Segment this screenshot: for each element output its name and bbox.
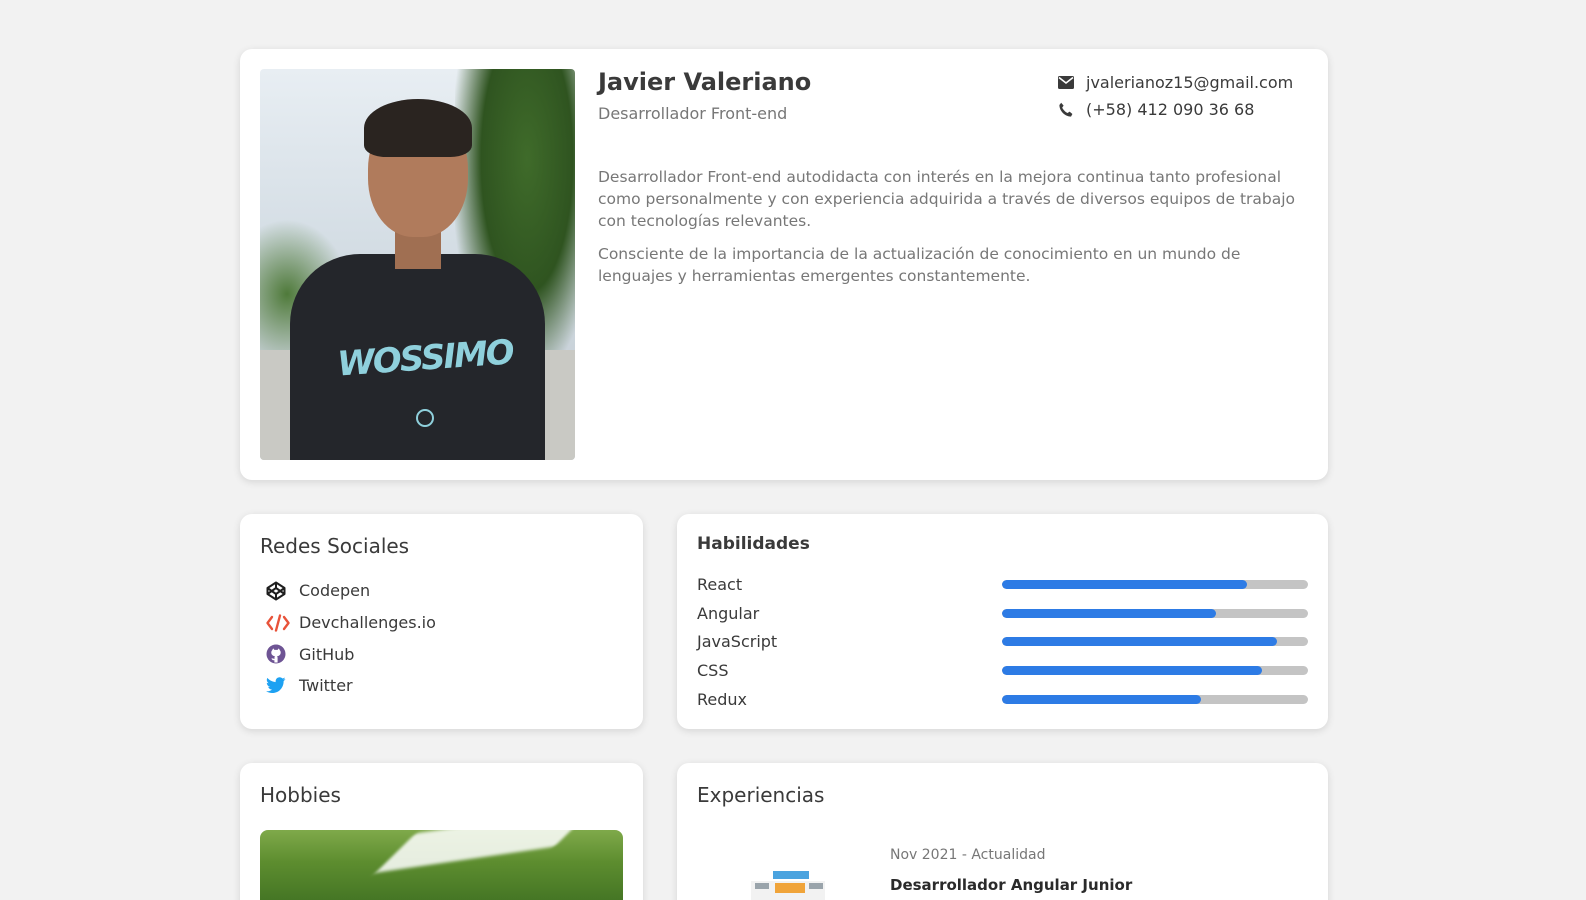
skill-bar-track xyxy=(1002,579,1308,589)
bio-paragraph: Consciente de la importancia de la actua… xyxy=(598,245,1241,285)
skill-row: CSS xyxy=(697,656,1308,685)
profile-card: WOSSIMO Javier Valeriano Desarrollador F… xyxy=(240,49,1328,480)
skill-bar-track xyxy=(1002,608,1308,618)
contact-info: jvalerianoz15@gmail.com (+58) 412 090 36… xyxy=(1058,69,1308,123)
skill-row: JavaScript xyxy=(697,627,1308,656)
social-item-devchallenges[interactable]: Devchallenges.io xyxy=(266,607,436,639)
experience-role: Desarrollador Angular Junior xyxy=(890,876,1133,894)
skill-row: React xyxy=(697,570,1308,599)
shirt-print: WOSSIMO xyxy=(336,332,515,385)
skill-name: JavaScript xyxy=(697,632,778,652)
phone-text: (+58) 412 090 36 68 xyxy=(1086,100,1255,119)
experience-title: Experiencias xyxy=(697,783,825,807)
skill-bar-track xyxy=(1002,637,1308,647)
experience-card: Experiencias Nov 2021 - Actualidad Desar… xyxy=(677,763,1328,900)
skill-bar-fill xyxy=(1002,637,1278,647)
phone-icon xyxy=(1058,102,1086,118)
skill-row: Angular xyxy=(697,599,1308,628)
contact-email[interactable]: jvalerianoz15@gmail.com xyxy=(1058,69,1308,96)
experience-date: Nov 2021 - Actualidad xyxy=(890,847,1046,863)
skills-card: Habilidades React Angular JavaScript CSS… xyxy=(677,514,1328,729)
skill-bar-track xyxy=(1002,694,1308,704)
social-item-github[interactable]: GitHub xyxy=(266,638,436,670)
skills-title: Habilidades xyxy=(697,534,810,554)
skill-name: Angular xyxy=(697,603,760,623)
skill-bar-fill xyxy=(1002,579,1247,589)
skill-name: Redux xyxy=(697,689,748,709)
social-label: Codepen xyxy=(299,581,371,601)
codepen-icon xyxy=(266,581,299,601)
skill-bar-fill xyxy=(1002,608,1217,618)
skill-name: CSS xyxy=(697,660,729,680)
twitter-icon xyxy=(266,677,299,694)
skill-bar-track xyxy=(1002,665,1308,675)
skills-list: React Angular JavaScript CSS Redux xyxy=(697,570,1308,713)
bio-paragraph: Desarrollador Front-end autodidacta con … xyxy=(598,168,1296,230)
email-text: jvalerianoz15@gmail.com xyxy=(1086,73,1294,92)
hobby-image xyxy=(260,830,623,900)
social-item-twitter[interactable]: Twitter xyxy=(266,670,436,702)
profile-bio: Desarrollador Front-end autodidacta con … xyxy=(598,166,1310,298)
profile-name: Javier Valeriano xyxy=(598,68,812,96)
social-list: Codepen Devchallenges.io GitHub Twitter xyxy=(266,575,436,702)
github-icon xyxy=(266,644,299,664)
code-brackets-icon xyxy=(266,613,299,632)
company-logo xyxy=(751,871,825,900)
social-label: Devchallenges.io xyxy=(299,613,436,633)
hobbies-card: Hobbies xyxy=(240,763,643,900)
profile-role: Desarrollador Front-end xyxy=(598,104,788,123)
envelope-icon xyxy=(1058,76,1086,89)
skill-bar-fill xyxy=(1002,665,1263,675)
social-title: Redes Sociales xyxy=(260,534,410,558)
profile-photo: WOSSIMO xyxy=(260,69,575,460)
contact-phone[interactable]: (+58) 412 090 36 68 xyxy=(1058,96,1308,123)
skill-bar-fill xyxy=(1002,694,1201,704)
social-label: GitHub xyxy=(299,644,355,664)
hobbies-title: Hobbies xyxy=(260,783,341,807)
skill-row: Redux xyxy=(697,685,1308,714)
social-item-codepen[interactable]: Codepen xyxy=(266,575,436,607)
social-card: Redes Sociales Codepen Devchallenges.io … xyxy=(240,514,643,729)
social-label: Twitter xyxy=(299,676,353,696)
skill-name: React xyxy=(697,574,743,594)
